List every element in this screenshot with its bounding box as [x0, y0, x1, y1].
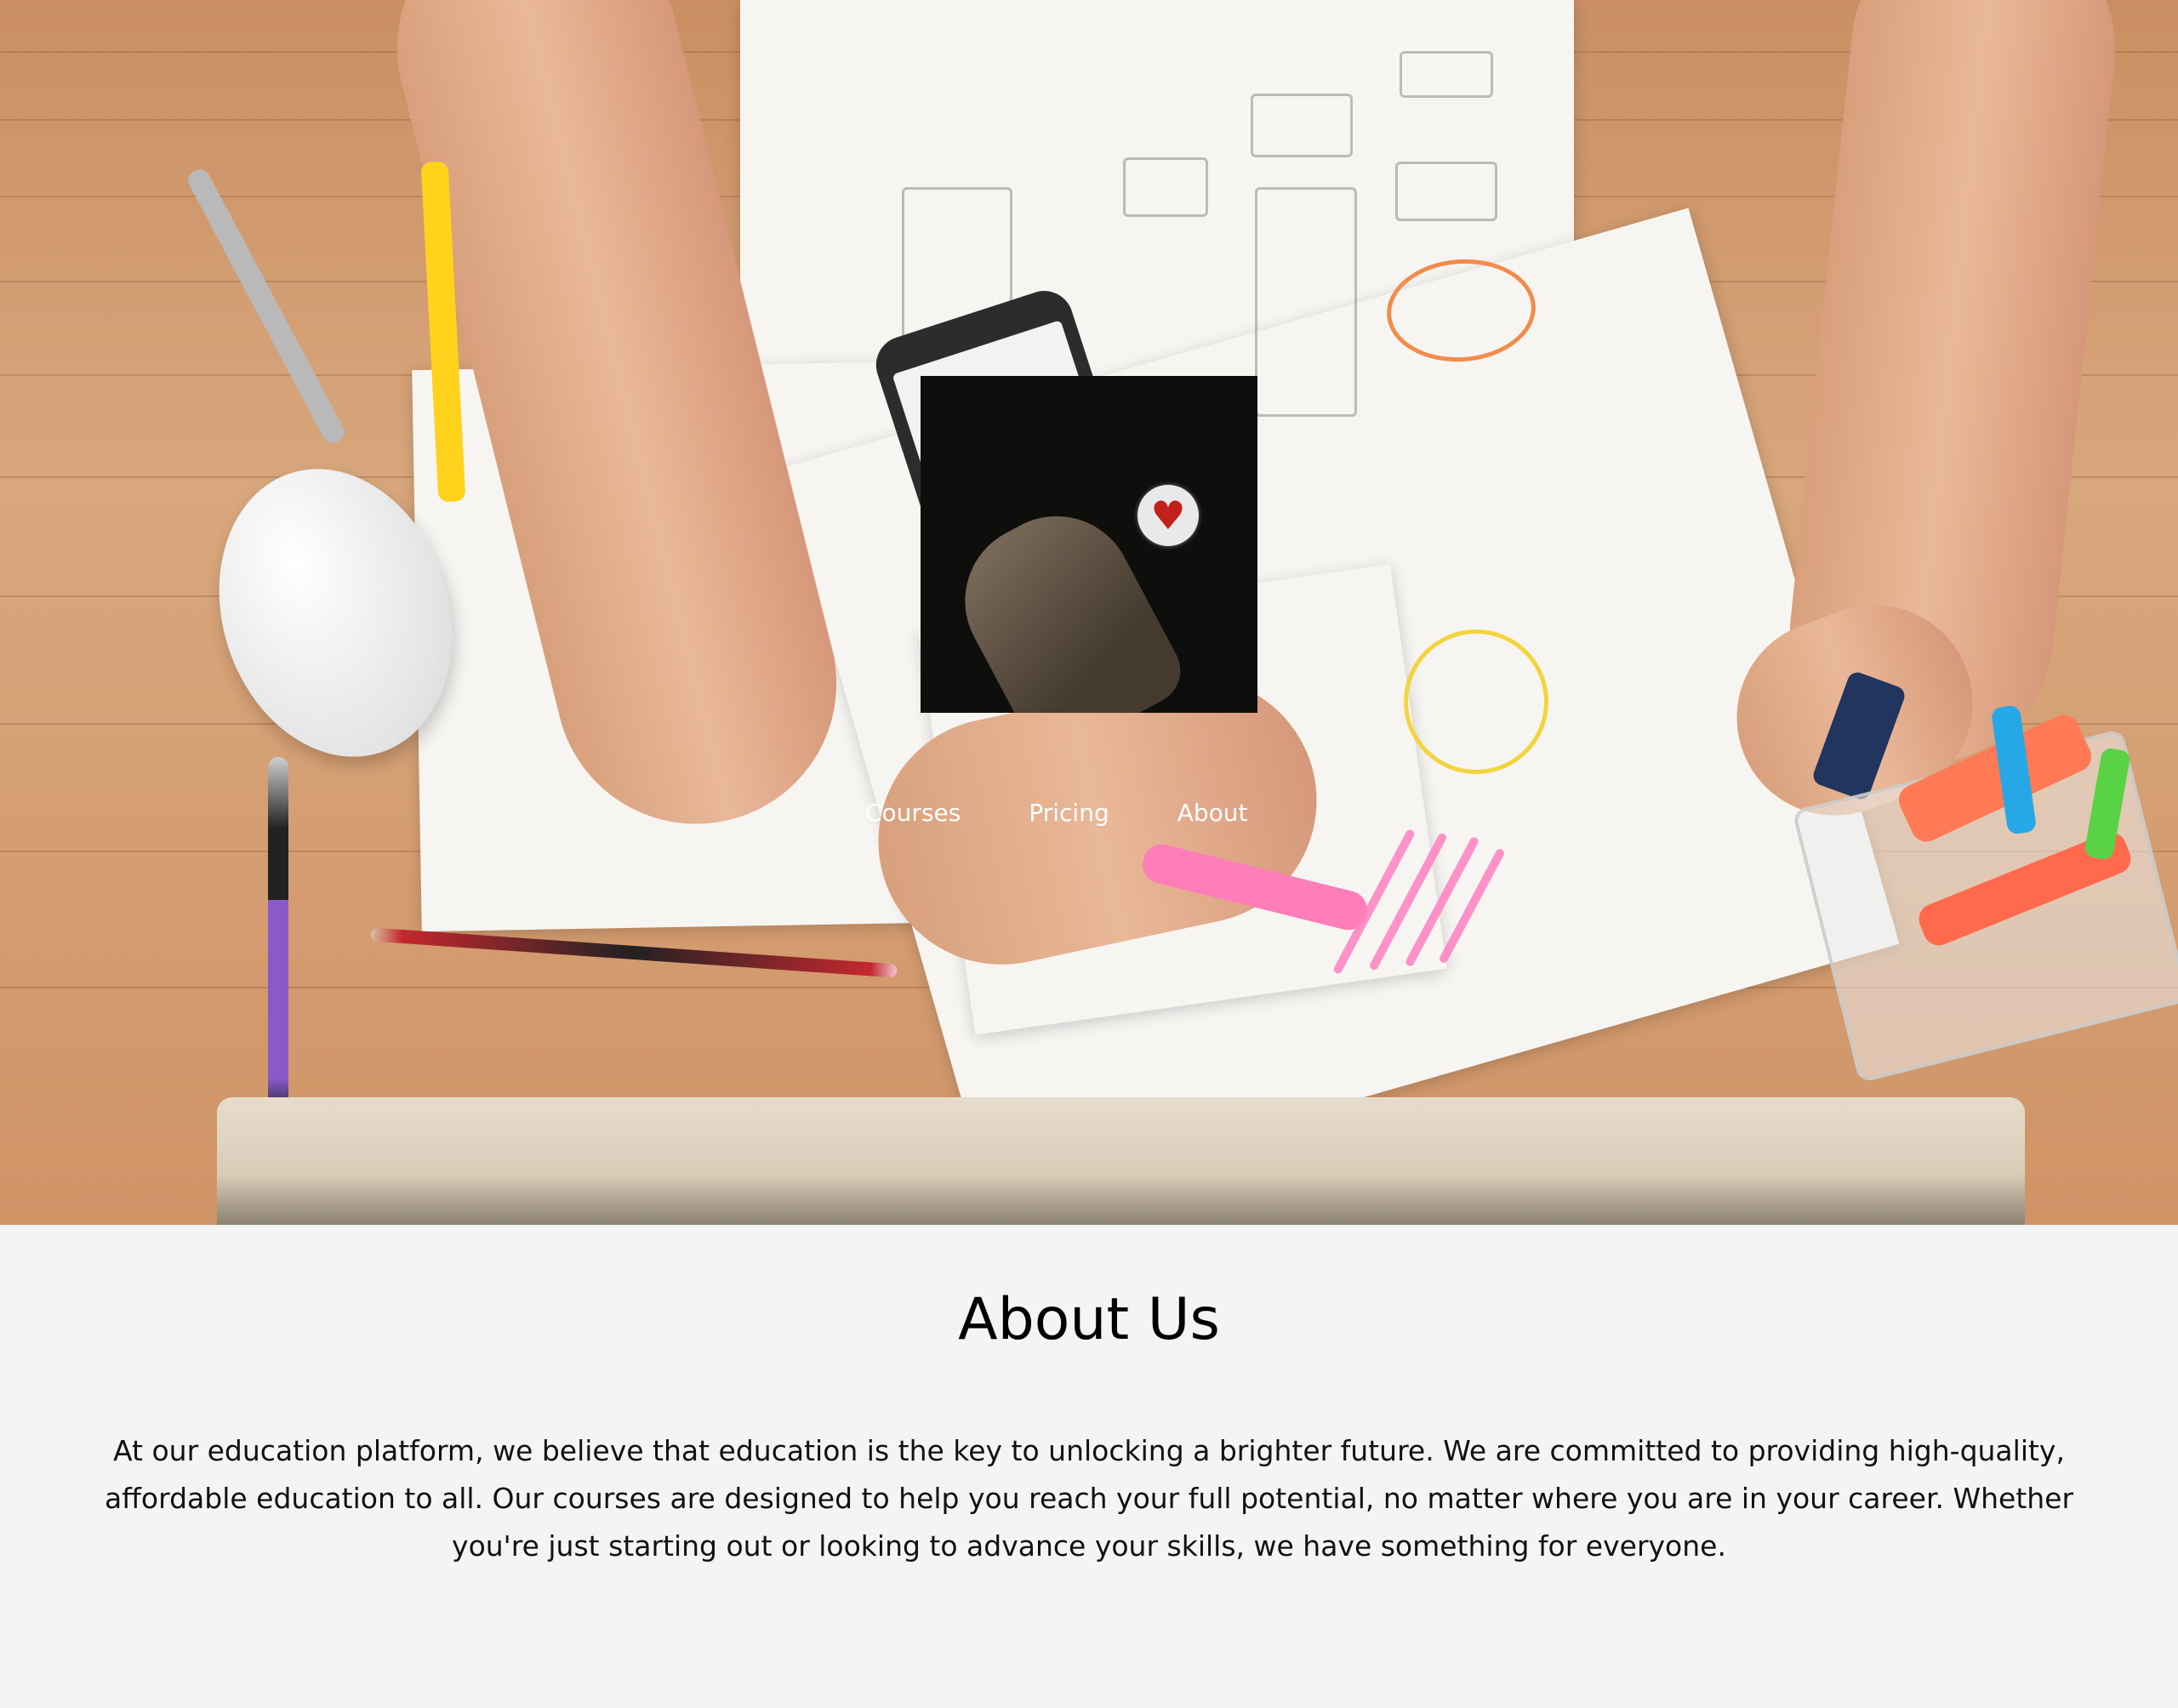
hero-section: ♥ Courses Pricing About [0, 0, 2178, 1225]
logo-image[interactable]: ♥ [921, 376, 1257, 713]
about-heading: About Us [958, 1286, 1220, 1353]
nav-link-about[interactable]: About [1177, 798, 1248, 828]
heart-badge-icon: ♥ [1137, 485, 1199, 546]
nav-link-pricing[interactable]: Pricing [1029, 798, 1109, 828]
nav-link-courses[interactable]: Courses [865, 798, 961, 828]
about-description: At our education platform, we believe th… [104, 1434, 2074, 1563]
main-navigation: Courses Pricing About [865, 798, 1248, 828]
about-section: About Us At our education platform, we b… [0, 1225, 2178, 1708]
